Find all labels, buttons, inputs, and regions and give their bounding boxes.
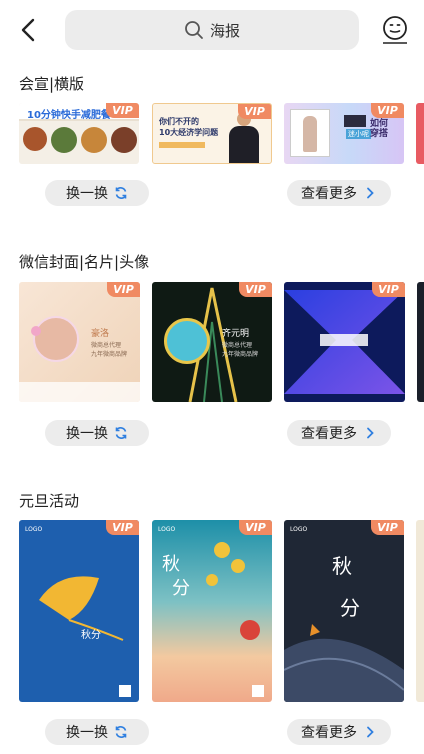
view-more-label: 查看更多 xyxy=(301,426,357,442)
flower-decoration xyxy=(31,326,41,336)
ginkgo-leaf xyxy=(39,576,131,697)
card-title: 秋分 xyxy=(81,630,101,641)
search-input[interactable]: 海报 xyxy=(65,10,359,50)
food-image xyxy=(81,127,107,153)
view-more-label: 查看更多 xyxy=(301,725,357,741)
card-accent xyxy=(159,142,205,148)
photo-frame xyxy=(290,109,330,157)
card-title-line2: 10大经济学问题 xyxy=(159,128,219,137)
food-image xyxy=(111,127,137,153)
vip-badge: VIP xyxy=(238,104,271,119)
ginkgo-branch xyxy=(206,542,264,697)
avatar xyxy=(33,316,79,362)
card-title: 10分钟快手减肥餐 xyxy=(27,110,111,121)
view-more-button[interactable]: 查看更多 xyxy=(287,180,391,206)
view-more-label: 查看更多 xyxy=(301,186,357,202)
vip-badge: VIP xyxy=(371,103,404,118)
hourglass-graphic xyxy=(284,290,405,394)
card-title: 如何穿搭 xyxy=(370,119,389,139)
template-card[interactable]: 你们不开的 10大经济学问题 VIP xyxy=(152,103,272,164)
card-title-line1: 你们不开的 xyxy=(159,117,199,126)
chevron-left-icon xyxy=(21,18,35,42)
person-photo xyxy=(303,116,317,152)
card-subtitle: 九年微商品牌 xyxy=(222,351,259,358)
section-title: 微信封面|名片|头像 xyxy=(19,253,150,271)
swap-button[interactable]: 换一换 xyxy=(45,420,149,446)
template-card[interactable]: LOGO 秋 分 VIP xyxy=(284,520,404,702)
section-title: 元旦活动 xyxy=(19,492,80,510)
food-image xyxy=(51,127,77,153)
vip-badge: VIP xyxy=(372,282,405,297)
template-card[interactable]: 10分钟快手减肥餐 VIP xyxy=(19,103,139,164)
card-tag: 迷小呢 xyxy=(346,129,371,139)
section-wechat-cover: 微信封面|名片|头像 豪洛 微商总代理 九年微商品牌 VIP 齐元明 微商总代理 xyxy=(0,251,424,446)
vip-badge: VIP xyxy=(239,282,272,297)
refresh-icon xyxy=(115,187,127,199)
card-name: 齐元明 xyxy=(222,329,250,339)
top-bar: 海报 xyxy=(0,0,424,60)
chevron-right-icon xyxy=(367,187,374,199)
view-more-button[interactable]: 查看更多 xyxy=(287,719,391,745)
swap-label: 换一换 xyxy=(66,426,108,442)
template-card[interactable]: 豪洛 微商总代理 九年微商品牌 VIP xyxy=(19,282,140,402)
back-button[interactable] xyxy=(14,14,44,46)
vip-badge: VIP xyxy=(106,103,139,118)
chevron-right-icon xyxy=(367,726,374,738)
feedback-button[interactable] xyxy=(380,14,410,46)
avatar xyxy=(164,318,210,364)
smiley-face-icon xyxy=(383,16,407,44)
template-card[interactable]: LOGO 秋分 VIP xyxy=(19,520,139,702)
swap-button[interactable]: 换一换 xyxy=(45,719,149,745)
title-block xyxy=(344,115,366,127)
wave-graphic xyxy=(284,624,404,702)
section-title: 会宣|横版 xyxy=(19,75,85,93)
swap-label: 换一换 xyxy=(66,186,108,202)
swap-button[interactable]: 换一换 xyxy=(45,180,149,206)
template-card[interactable]: VIP xyxy=(284,282,405,402)
template-card-partial[interactable] xyxy=(416,103,424,164)
template-card[interactable]: 迷小呢 如何穿搭 VIP xyxy=(284,103,404,164)
card-subtitle: 微商总代理 xyxy=(91,342,122,349)
card-name: 豪洛 xyxy=(91,329,110,339)
vip-badge: VIP xyxy=(107,282,140,297)
refresh-icon xyxy=(115,726,127,738)
template-card[interactable]: LOGO 秋 分 VIP xyxy=(152,520,272,702)
card-subtitle: 微商总代理 xyxy=(222,342,253,349)
vip-badge: VIP xyxy=(239,520,272,535)
chevron-right-icon xyxy=(367,427,374,439)
section-new-year: 元旦活动 LOGO 秋分 VIP LOGO 秋 分 VIP LOGO 秋 分 V… xyxy=(0,490,424,754)
section-banner: 会宣|横版 10分钟快手减肥餐 VIP 你们不开的 10大经济学问题 VIP 迷… xyxy=(0,73,424,213)
food-image xyxy=(23,127,47,151)
vip-badge: VIP xyxy=(371,520,404,535)
swap-label: 换一换 xyxy=(66,725,108,741)
template-card-partial[interactable] xyxy=(416,520,424,702)
template-card-partial[interactable] xyxy=(417,282,424,402)
search-query: 海报 xyxy=(209,21,240,40)
view-more-button[interactable]: 查看更多 xyxy=(287,420,391,446)
vip-badge: VIP xyxy=(106,520,139,535)
card-floor xyxy=(19,382,140,402)
template-card[interactable]: 齐元明 微商总代理 九年微商品牌 VIP xyxy=(152,282,272,402)
poster-search-page: 海报 会宣|横版 10分钟快手减肥餐 VIP 你们不开的 10大经济学问题 VI… xyxy=(0,0,424,754)
search-icon xyxy=(185,21,203,39)
card-subtitle: 九年微商品牌 xyxy=(91,351,128,358)
refresh-icon xyxy=(115,427,127,439)
person-body xyxy=(229,126,259,163)
